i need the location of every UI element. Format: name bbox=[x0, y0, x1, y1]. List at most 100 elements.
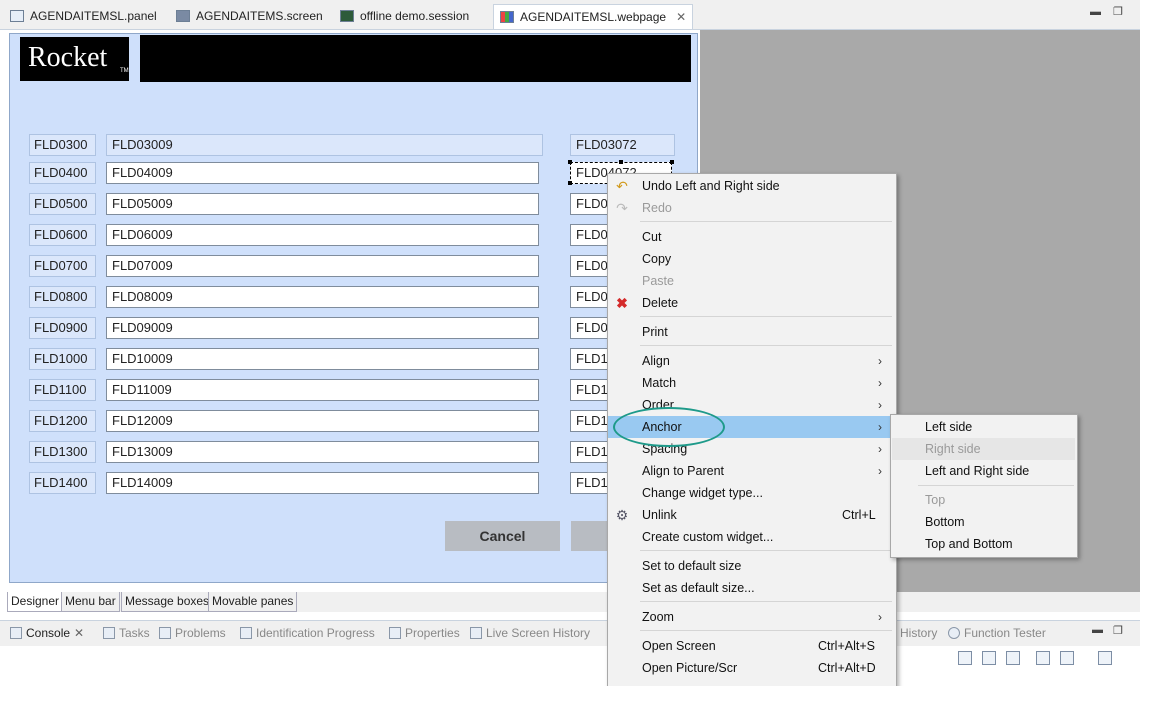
delete-icon: ✖ bbox=[616, 295, 628, 311]
tab-menu-bar[interactable]: Menu bar bbox=[61, 592, 120, 612]
toolbar-icon[interactable] bbox=[958, 651, 972, 665]
field-label[interactable]: FLD1400 bbox=[29, 472, 96, 494]
field-label[interactable]: FLD1100 bbox=[29, 379, 96, 401]
text-field[interactable]: FLD13009 bbox=[106, 441, 539, 463]
resize-handle[interactable] bbox=[568, 181, 572, 185]
submenu-item-right-side[interactable]: Right side bbox=[892, 438, 1075, 460]
toolbar-icon[interactable] bbox=[1060, 651, 1074, 665]
cancel-button[interactable]: Cancel bbox=[445, 521, 560, 551]
menu-item-set-as-default-size[interactable]: Set as default size... bbox=[608, 577, 896, 599]
text-field[interactable]: FLD05009 bbox=[106, 193, 539, 215]
menu-item-label: Open Picture/Scr bbox=[642, 661, 738, 675]
text-field[interactable]: FLD14009 bbox=[106, 472, 539, 494]
resize-handle[interactable] bbox=[568, 160, 572, 164]
tab-problems[interactable]: Problems bbox=[159, 625, 226, 641]
maximize-icon[interactable]: ❐ bbox=[1113, 624, 1123, 637]
text-field[interactable]: FLD04009 bbox=[106, 162, 539, 184]
tab-history[interactable]: History bbox=[900, 625, 937, 641]
submenu-item-top[interactable]: Top bbox=[892, 489, 1075, 511]
toolbar-icon[interactable] bbox=[1098, 651, 1112, 665]
menu-item-paste[interactable]: Paste bbox=[608, 270, 896, 292]
field-label[interactable]: FLD0600 bbox=[29, 224, 96, 246]
field-label[interactable]: FLD0900 bbox=[29, 317, 96, 339]
text-field[interactable]: FLD08009 bbox=[106, 286, 539, 308]
text-field[interactable]: FLD10009 bbox=[106, 348, 539, 370]
unlink-icon: ⚙ bbox=[615, 507, 629, 523]
submenu-item-left-side[interactable]: Left side bbox=[892, 416, 1075, 438]
tab-movable-panes[interactable]: Movable panes bbox=[208, 592, 298, 612]
toolbar-icon[interactable] bbox=[982, 651, 996, 665]
tab-identification-progress[interactable]: Identification Progress bbox=[240, 625, 375, 641]
maximize-icon[interactable]: ❐ bbox=[1113, 5, 1123, 18]
field-label[interactable]: FLD1300 bbox=[29, 441, 96, 463]
text-field[interactable]: FLD06009 bbox=[106, 224, 539, 246]
tab-offline-demo-session[interactable]: offline demo.session bbox=[334, 4, 475, 28]
tab-label: Problems bbox=[175, 626, 226, 640]
design-canvas[interactable] bbox=[9, 33, 698, 583]
menu-item-set-to-default-size[interactable]: Set to default size bbox=[608, 555, 896, 577]
tab-live-screen-history[interactable]: Live Screen History bbox=[470, 625, 590, 641]
text-field[interactable]: FLD03009 bbox=[106, 134, 543, 156]
right-field[interactable]: FLD0 bbox=[570, 286, 610, 308]
submenu-item-top-and-bottom[interactable]: Top and Bottom bbox=[892, 533, 1075, 555]
right-field[interactable]: FLD0 bbox=[570, 317, 610, 339]
minimize-icon[interactable]: ▬ bbox=[1092, 624, 1103, 636]
right-field[interactable]: FLD1 bbox=[570, 348, 610, 370]
right-field[interactable]: FLD1 bbox=[570, 441, 610, 463]
menu-item-undo[interactable]: ↶ Undo Left and Right side bbox=[608, 175, 896, 197]
tab-console[interactable]: Console ✕ bbox=[10, 625, 84, 641]
menu-item-delete[interactable]: ✖ Delete bbox=[608, 292, 896, 314]
menu-item-align-to-parent[interactable]: Align to Parent › bbox=[608, 460, 896, 482]
field-label[interactable]: FLD0300 bbox=[29, 134, 96, 156]
menu-item-copy[interactable]: Copy bbox=[608, 248, 896, 270]
close-icon[interactable]: ✕ bbox=[74, 625, 84, 641]
tab-agendaitems-screen[interactable]: AGENDAITEMS.screen bbox=[170, 4, 329, 28]
toolbar-icon[interactable] bbox=[1036, 651, 1050, 665]
right-field[interactable]: FLD03072 bbox=[570, 134, 675, 156]
menu-item-create-custom-widget[interactable]: Create custom widget... bbox=[608, 526, 896, 548]
menu-item-unlink[interactable]: ⚙ Unlink Ctrl+L bbox=[608, 504, 896, 526]
menu-item-change-widget-type[interactable]: Change widget type... bbox=[608, 482, 896, 504]
tab-function-tester[interactable]: Function Tester bbox=[948, 625, 1046, 641]
field-label[interactable]: FLD1000 bbox=[29, 348, 96, 370]
tab-message-boxes[interactable]: Message boxes bbox=[121, 592, 214, 612]
resize-handle[interactable] bbox=[670, 160, 674, 164]
field-label[interactable]: FLD1200 bbox=[29, 410, 96, 432]
submenu-item-left-and-right-side[interactable]: Left and Right side bbox=[892, 460, 1075, 482]
menu-item-redo[interactable]: ↷ Redo bbox=[608, 197, 896, 219]
menu-item-cut[interactable]: Cut bbox=[608, 226, 896, 248]
toolbar-icon[interactable] bbox=[1006, 651, 1020, 665]
text-field[interactable]: FLD11009 bbox=[106, 379, 539, 401]
ok-button[interactable] bbox=[571, 521, 611, 551]
tab-agendaitemsl-webpage[interactable]: AGENDAITEMSL.webpage ✕ bbox=[493, 4, 694, 29]
text-field[interactable]: FLD07009 bbox=[106, 255, 539, 277]
field-label[interactable]: FLD0500 bbox=[29, 193, 96, 215]
right-field[interactable]: FLD1 bbox=[570, 410, 610, 432]
menu-item-open-screen[interactable]: Open Screen Ctrl+Alt+S bbox=[608, 635, 896, 657]
text-field[interactable]: FLD09009 bbox=[106, 317, 539, 339]
field-label[interactable]: FLD0700 bbox=[29, 255, 96, 277]
menu-item-print[interactable]: Print bbox=[608, 321, 896, 343]
resize-handle[interactable] bbox=[619, 160, 623, 164]
close-icon[interactable]: ✕ bbox=[676, 10, 686, 24]
right-field[interactable]: FLD0 bbox=[570, 224, 610, 246]
tab-agendaitemsl-panel[interactable]: AGENDAITEMSL.panel bbox=[4, 4, 163, 28]
right-field[interactable]: FLD1 bbox=[570, 472, 610, 494]
field-label[interactable]: FLD0800 bbox=[29, 286, 96, 308]
menu-item-zoom[interactable]: Zoom › bbox=[608, 606, 896, 628]
text-field[interactable]: FLD12009 bbox=[106, 410, 539, 432]
field-label[interactable]: FLD0400 bbox=[29, 162, 96, 184]
right-field[interactable]: FLD0 bbox=[570, 193, 610, 215]
tab-designer[interactable]: Designer bbox=[7, 592, 64, 612]
minimize-icon[interactable]: ▬ bbox=[1090, 6, 1101, 18]
menu-item-match[interactable]: Match › bbox=[608, 372, 896, 394]
tab-label: Tasks bbox=[119, 626, 150, 640]
menu-item-align[interactable]: Align › bbox=[608, 350, 896, 372]
tab-properties[interactable]: Properties bbox=[389, 625, 460, 641]
menu-separator bbox=[918, 485, 1074, 486]
right-field[interactable]: FLD1 bbox=[570, 379, 610, 401]
menu-item-open-picture[interactable]: Open Picture/Scr Ctrl+Alt+D bbox=[608, 657, 896, 679]
tab-tasks[interactable]: Tasks bbox=[103, 625, 150, 641]
submenu-item-bottom[interactable]: Bottom bbox=[892, 511, 1075, 533]
right-field[interactable]: FLD0 bbox=[570, 255, 610, 277]
